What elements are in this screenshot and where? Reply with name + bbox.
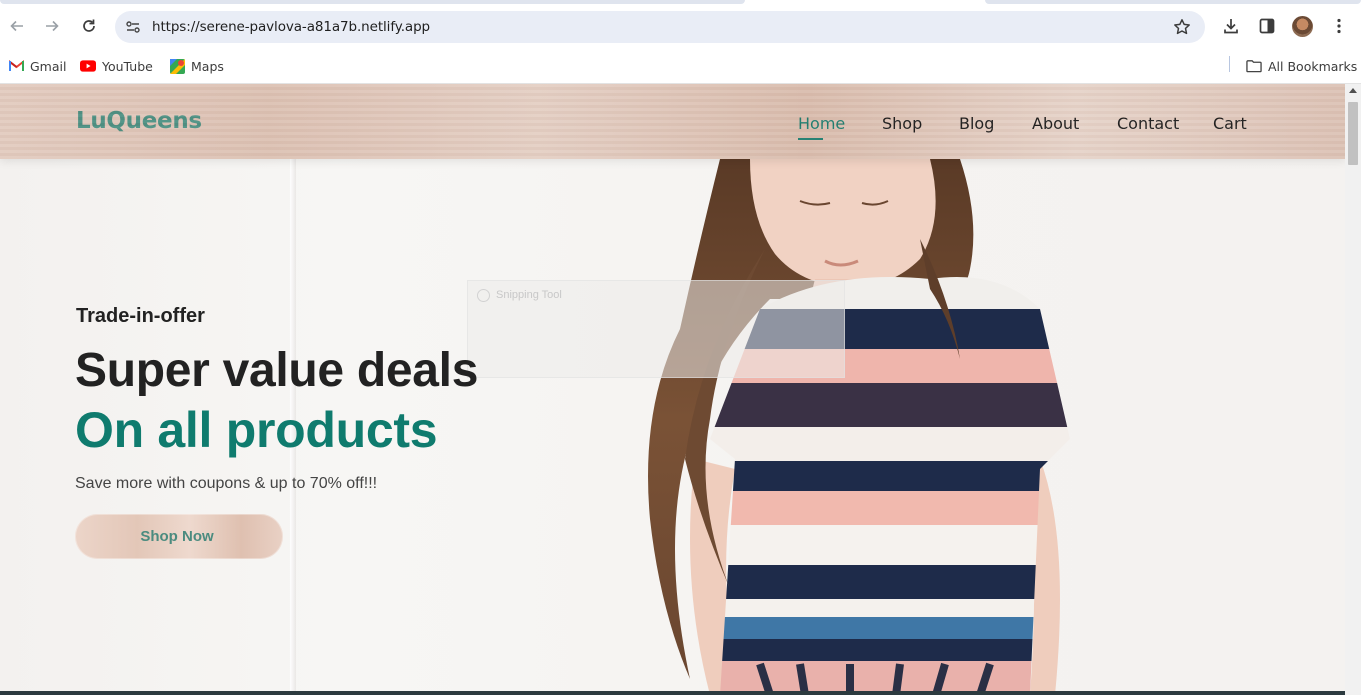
hero-eyebrow: Trade-in-offer [76, 305, 205, 327]
folder-icon [1246, 58, 1262, 74]
kebab-menu-icon[interactable] [1328, 15, 1350, 37]
inactive-tab[interactable] [985, 0, 1361, 4]
nav-shop[interactable]: Shop [882, 114, 922, 133]
bookmark-label: Maps [191, 58, 224, 74]
bookmark-gmail[interactable]: Gmail [8, 56, 66, 76]
scroll-thumb[interactable] [1348, 102, 1358, 165]
bookmarks-separator [1229, 56, 1230, 72]
bookmark-youtube[interactable]: YouTube [80, 56, 153, 76]
hero-subtitle: Save more with coupons & up to 70% off!!… [75, 475, 378, 492]
hero-section: Snipping Tool Trade-in-offer Super value… [0, 159, 1345, 695]
bookmark-label: Gmail [30, 58, 67, 74]
all-bookmarks-button[interactable]: All Bookmarks [1246, 56, 1357, 76]
tab-strip [0, 0, 1361, 4]
all-bookmarks-label: All Bookmarks [1268, 58, 1358, 74]
profile-avatar[interactable] [1292, 16, 1313, 37]
youtube-icon [80, 58, 96, 74]
nav-cart[interactable]: Cart [1213, 114, 1247, 133]
nav-home[interactable]: Home [798, 114, 845, 140]
address-bar[interactable]: https://serene-pavlova-a81a7b.netlify.ap… [115, 11, 1205, 43]
snipping-tool-overlay: Snipping Tool [467, 280, 845, 378]
inactive-tab[interactable] [0, 0, 745, 4]
shop-now-button[interactable]: Shop Now [75, 514, 283, 559]
snipping-tool-icon [477, 289, 490, 302]
hero-accent-title: On all products [75, 402, 438, 458]
forward-icon[interactable] [40, 14, 64, 38]
bookmarks-bar: Gmail YouTube Maps All Bookmarks [0, 53, 1361, 84]
nav-about[interactable]: About [1032, 114, 1079, 133]
download-icon[interactable] [1220, 15, 1242, 37]
nav-blog[interactable]: Blog [959, 114, 994, 133]
scroll-up-arrow-icon[interactable] [1349, 88, 1357, 93]
bookmark-star-icon[interactable] [1171, 16, 1193, 38]
hero-image-girl [648, 159, 1070, 695]
site-header: LuQueens Home Shop Blog About Contact Ca… [0, 84, 1345, 159]
taskbar-edge [0, 691, 1345, 695]
hero-title: Super value deals [75, 344, 479, 397]
gmail-icon [8, 58, 24, 74]
page-viewport: LuQueens Home Shop Blog About Contact Ca… [0, 84, 1345, 695]
url-text[interactable]: https://serene-pavlova-a81a7b.netlify.ap… [152, 19, 430, 35]
back-icon[interactable] [5, 14, 29, 38]
reload-icon[interactable] [77, 14, 101, 38]
shop-now-label: Shop Now [140, 528, 214, 545]
bookmark-label: YouTube [102, 58, 153, 74]
site-info-icon[interactable] [123, 17, 143, 37]
side-panel-icon[interactable] [1256, 15, 1278, 37]
nav-contact[interactable]: Contact [1117, 114, 1179, 133]
site-logo[interactable]: LuQueens [76, 108, 202, 134]
browser-toolbar: https://serene-pavlova-a81a7b.netlify.ap… [0, 0, 1361, 53]
page-scrollbar[interactable] [1345, 84, 1361, 695]
snipping-tool-label: Snipping Tool [496, 289, 562, 301]
bookmark-maps[interactable]: Maps [169, 56, 224, 76]
maps-icon [169, 58, 185, 74]
